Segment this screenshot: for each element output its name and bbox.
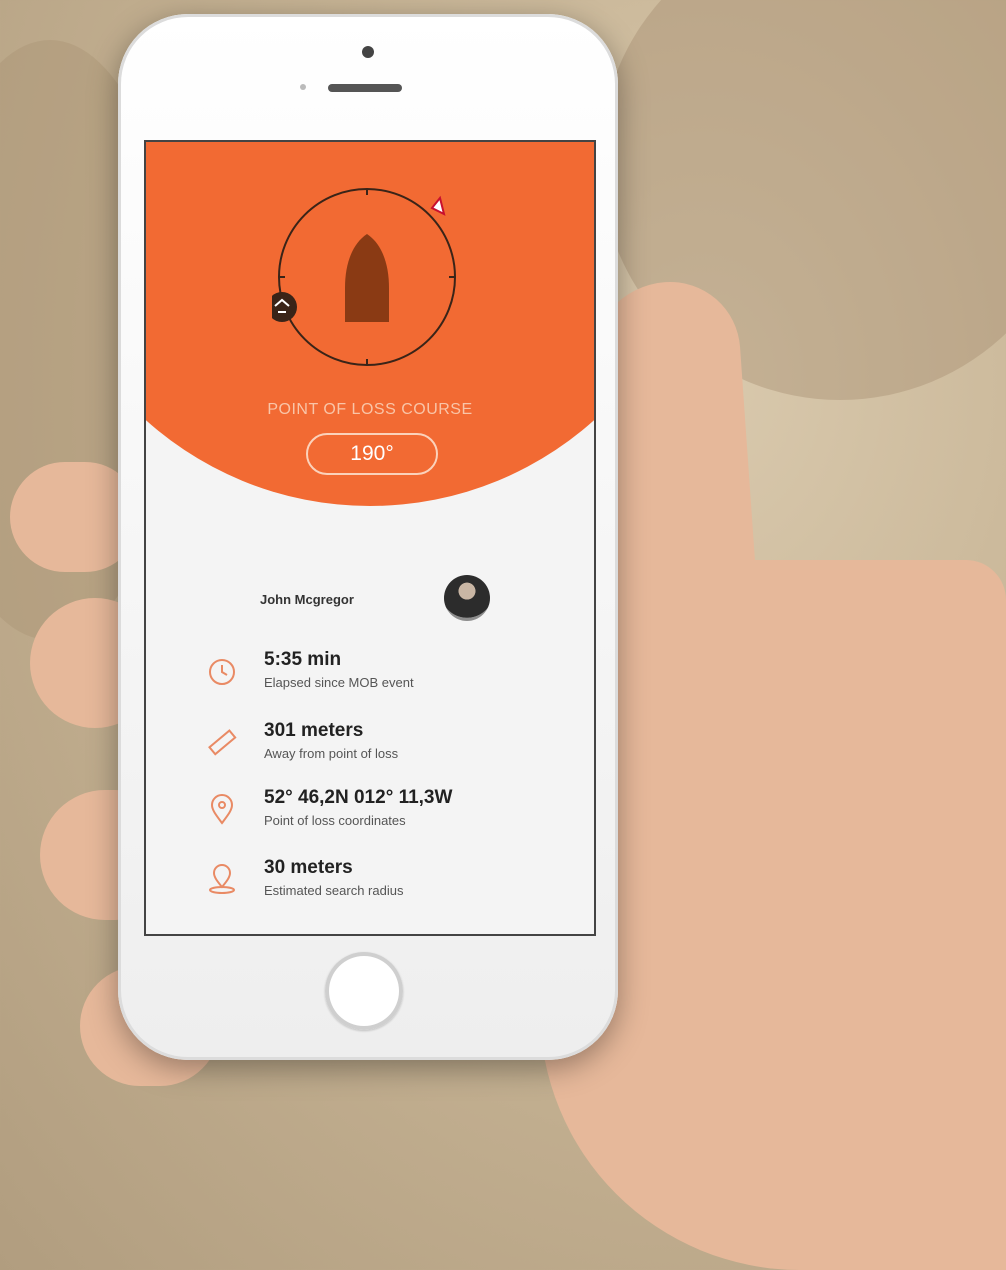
course-label: POINT OF LOSS COURSE xyxy=(267,401,473,418)
compass-dial xyxy=(272,188,456,366)
stat-label: Elapsed since MOB event xyxy=(264,675,414,690)
phone-device: POINT OF LOSS COURSE 190° John Mcgregor … xyxy=(118,14,618,1060)
stat-value: 5:35 min xyxy=(264,649,342,670)
person-overboard-icon xyxy=(272,292,297,322)
course-value-pill[interactable]: 190° xyxy=(306,433,438,475)
stat-value: 30 meters xyxy=(264,857,353,878)
app-screen: POINT OF LOSS COURSE 190° John Mcgregor … xyxy=(144,140,596,936)
stat-label: Point of loss coordinates xyxy=(264,813,406,828)
timer-icon xyxy=(209,659,235,685)
location-pin-icon xyxy=(210,794,234,825)
home-button[interactable] xyxy=(325,952,403,1030)
map-pin-icon xyxy=(209,864,235,894)
direction-marker-icon xyxy=(430,195,446,216)
avatar[interactable] xyxy=(444,575,490,621)
camera-icon xyxy=(362,46,374,58)
stat-value: 301 meters xyxy=(264,720,364,741)
stat-value: 52° 46,2N 012° 11,3W xyxy=(264,787,453,808)
sensor xyxy=(300,84,306,90)
user-name: John Mcgregor xyxy=(260,592,354,607)
ruler-icon xyxy=(208,729,237,756)
boat-icon xyxy=(345,234,389,322)
stat-label: Estimated search radius xyxy=(264,883,404,898)
stat-label: Away from point of loss xyxy=(264,746,399,761)
speaker-grille xyxy=(328,84,402,92)
